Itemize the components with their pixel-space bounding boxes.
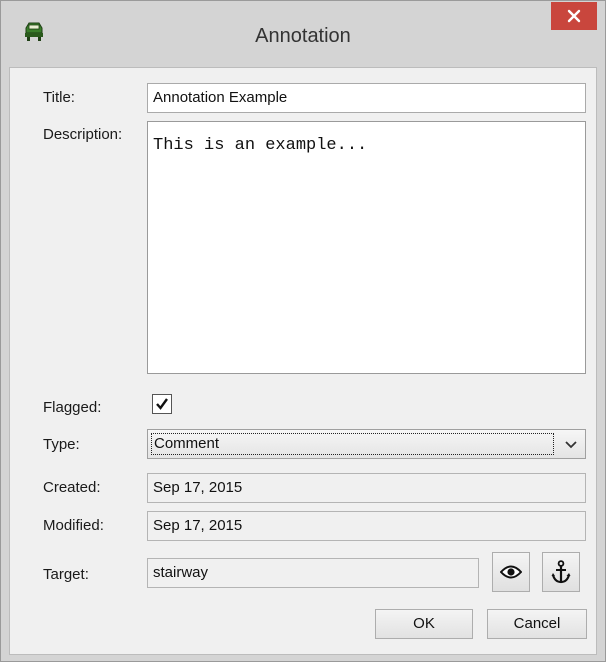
flagged-checkbox[interactable]: [152, 394, 172, 414]
checkmark-icon: [156, 398, 168, 410]
title-bar[interactable]: Annotation: [1, 1, 605, 67]
close-icon: [567, 9, 581, 23]
type-select-value: Comment: [151, 433, 554, 455]
created-label: Created:: [43, 479, 101, 496]
type-select[interactable]: Comment: [147, 429, 586, 459]
target-field: stairway: [147, 558, 479, 588]
window-title: Annotation: [255, 25, 351, 47]
title-label: Title:: [43, 89, 75, 106]
target-label: Target:: [43, 566, 89, 583]
ok-button[interactable]: OK: [375, 609, 473, 639]
created-field: Sep 17, 2015: [147, 473, 586, 503]
chevron-down-icon: [565, 441, 577, 449]
anchor-icon: [551, 560, 571, 584]
anchor-target-button[interactable]: [542, 552, 580, 592]
modified-label: Modified:: [43, 517, 104, 534]
type-label: Type:: [43, 436, 80, 453]
flagged-label: Flagged:: [43, 399, 102, 416]
modified-field: Sep 17, 2015: [147, 511, 586, 541]
cancel-button[interactable]: Cancel: [487, 609, 587, 639]
dialog-content: Title: Annotation Example Description: T…: [9, 67, 597, 655]
description-textarea[interactable]: This is an example...: [147, 121, 586, 374]
description-label: Description:: [43, 126, 123, 143]
annotation-dialog: Annotation Title: Annotation Example Des…: [0, 0, 606, 662]
view-target-button[interactable]: [492, 552, 530, 592]
close-button[interactable]: [551, 2, 597, 30]
eye-icon: [500, 565, 522, 579]
title-field[interactable]: Annotation Example: [147, 83, 586, 113]
